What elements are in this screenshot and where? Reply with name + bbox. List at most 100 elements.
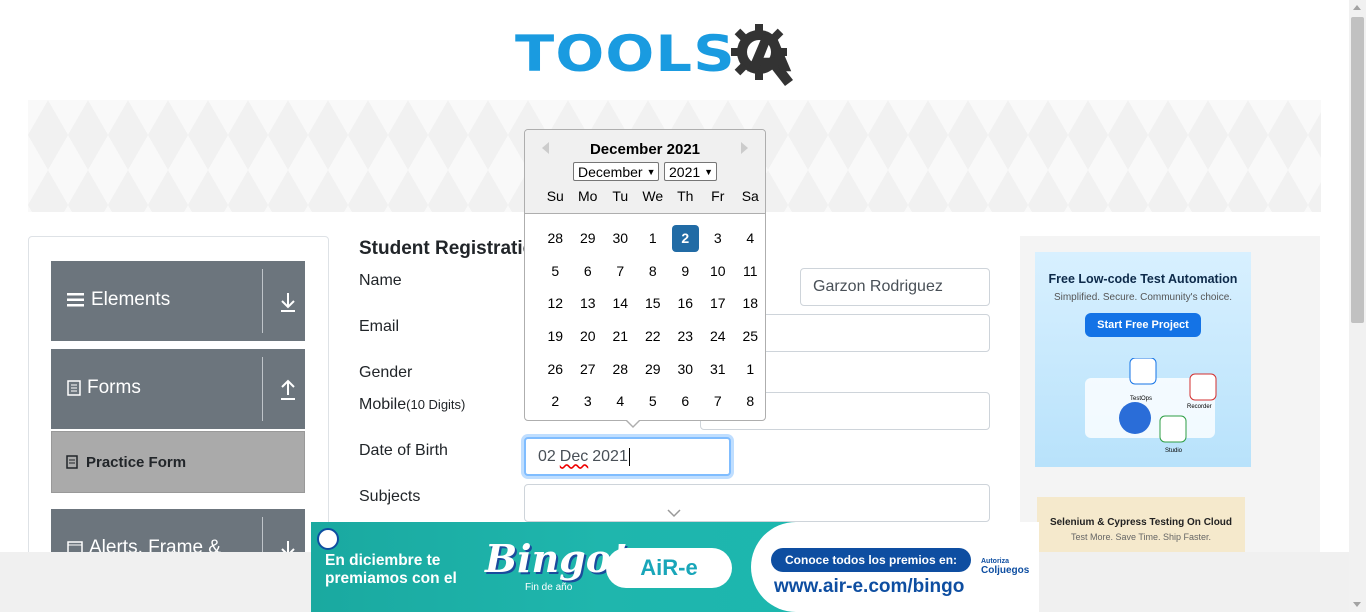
calendar-week: 19 20 21 22 23 24 25: [539, 320, 767, 353]
calendar-day[interactable]: 13: [572, 295, 605, 311]
calendar-day[interactable]: 27: [572, 361, 605, 377]
form-title: Student Registration Form: [359, 238, 529, 259]
calendar-day[interactable]: 20: [572, 328, 605, 344]
dob-month: Dec: [559, 447, 589, 465]
sidebar-group-label: Forms: [87, 377, 141, 398]
scroll-up-icon[interactable]: [1353, 5, 1361, 10]
subjects-label: Subjects: [359, 488, 421, 505]
ad-subtitle: Test More. Save Time. Ship Faster.: [1070, 532, 1212, 542]
calendar-day[interactable]: 23: [669, 328, 702, 344]
date-of-birth-input[interactable]: 02 Dec 2021: [524, 437, 731, 476]
calendar-day[interactable]: 9: [669, 263, 702, 279]
year-select[interactable]: 2021 ▼: [664, 162, 717, 181]
calendar-day[interactable]: 17: [702, 295, 735, 311]
calendar-week: 5 6 7 8 9 10 11: [539, 255, 767, 288]
calendar-week: 2345678: [539, 385, 767, 418]
calendar-day[interactable]: 24: [702, 328, 735, 344]
calendar-day[interactable]: 26: [539, 361, 572, 377]
mobile-label: Mobile(10 Digits): [359, 396, 465, 414]
mobile-hint: (10 Digits): [406, 397, 466, 412]
start-free-project-button[interactable]: Start Free Project: [1085, 313, 1201, 337]
gender-label: Gender: [359, 364, 413, 381]
calendar-day-selected[interactable]: 2: [671, 224, 699, 252]
calendar-day[interactable]: 8: [734, 393, 767, 409]
calendar-day[interactable]: 1: [734, 361, 767, 377]
calendar-day[interactable]: 1: [637, 230, 670, 246]
sidebar-group-forms[interactable]: Forms: [51, 349, 305, 429]
calendar-day[interactable]: 6: [572, 263, 605, 279]
calendar-day[interactable]: 5: [637, 393, 670, 409]
dob-day: 02: [538, 447, 556, 465]
scroll-down-icon[interactable]: [1353, 602, 1361, 607]
download-arrow-icon: [281, 293, 295, 312]
calendar-day[interactable]: 30: [604, 230, 637, 246]
subjects-input[interactable]: [524, 484, 990, 522]
ad-title: Free Low-code Test Automation: [1048, 272, 1238, 286]
calendar-day[interactable]: 28: [604, 361, 637, 377]
calendar-day[interactable]: 22: [637, 328, 670, 344]
ad-label-recorder: Recorder: [1187, 404, 1212, 410]
dob-year: 2021: [592, 447, 628, 465]
calendar-day[interactable]: 11: [734, 263, 767, 279]
calendar-day[interactable]: 10: [702, 263, 735, 279]
hamburger-icon: [67, 293, 84, 307]
calendar-day[interactable]: 29: [572, 230, 605, 246]
calendar-day[interactable]: 28: [539, 230, 572, 246]
weekday-label: Th: [677, 188, 694, 204]
calendar-day[interactable]: 14: [604, 295, 637, 311]
ad-subtitle: Simplified. Secure. Community's choice.: [1053, 292, 1233, 303]
calendar-day[interactable]: 6: [669, 393, 702, 409]
calendar-day[interactable]: 18: [734, 295, 767, 311]
last-name-input[interactable]: Garzon Rodriguez: [800, 268, 990, 306]
katalon-ad[interactable]: Free Low-code Test Automation Simplified…: [1035, 252, 1251, 467]
calendar-day[interactable]: 15: [637, 295, 670, 311]
scrollbar-thumb[interactable]: [1351, 17, 1364, 323]
calendar-day[interactable]: 7: [702, 393, 735, 409]
bingo-ad-url: www.air-e.com/bingo: [774, 576, 965, 597]
form-icon: [66, 455, 78, 469]
calendar-day[interactable]: 8: [637, 263, 670, 279]
current-month-label: December 2021: [589, 141, 701, 158]
page-scrollbar[interactable]: [1349, 0, 1366, 612]
month-select-value: December: [578, 163, 643, 180]
sidebar-group-elements[interactable]: Elements: [51, 261, 305, 341]
bingo-subtitle: Fin de año: [525, 582, 573, 593]
next-month-button[interactable]: [741, 142, 748, 154]
weekday-header: Su Mo Tu We Th Fr Sa: [539, 188, 767, 204]
bingo-ad-line1: En diciembre te: [325, 552, 441, 569]
calendar-day[interactable]: 31: [702, 361, 735, 377]
sidebar-item-practice-form[interactable]: Practice Form: [51, 431, 305, 493]
calendar-day[interactable]: 4: [604, 393, 637, 409]
toolsqa-logo[interactable]: TOOLS A: [515, 16, 793, 92]
calendar-day[interactable]: 21: [604, 328, 637, 344]
calendar-day[interactable]: 30: [669, 361, 702, 377]
logo-qa-text: A: [747, 25, 792, 83]
calendar-day[interactable]: 12: [539, 295, 572, 311]
bingo-ad-line2: premiamos con el: [325, 570, 457, 587]
calendar-day[interactable]: 7: [604, 263, 637, 279]
ad-illustration: TestOps Recorder Studio: [1085, 358, 1217, 454]
calendar-day[interactable]: 3: [702, 230, 735, 246]
calendar-day[interactable]: 4: [734, 230, 767, 246]
auth-big: Coljuegos: [981, 565, 1030, 576]
calendar-week: 26 27 28 29 30 31 1: [539, 352, 767, 385]
month-select[interactable]: December ▼: [573, 162, 659, 181]
calendar-day[interactable]: 5: [539, 263, 572, 279]
lambdatest-ad[interactable]: Selenium & Cypress Testing On Cloud Test…: [1037, 497, 1245, 557]
bingo-ad-text: En diciembre te premiamos con el: [325, 552, 457, 588]
bingo-ad-banner[interactable]: En diciembre te premiamos con el Bingo! …: [311, 522, 1039, 612]
weekday-label: Mo: [578, 188, 598, 204]
calendar-day[interactable]: 3: [572, 393, 605, 409]
calendar-grid: 28 29 30 1 2 3 4 5 6 7 8 9 10 11 12 13 14 15 16 17 18 19 20 21 2…: [539, 222, 767, 418]
weekday-label: Tu: [612, 188, 629, 204]
calendar-day[interactable]: 2: [539, 393, 572, 409]
calendar-day[interactable]: 19: [539, 328, 572, 344]
weekday-label: Sa: [741, 188, 759, 204]
text-caret: [628, 447, 630, 466]
calendar-day[interactable]: 29: [637, 361, 670, 377]
last-name-value: Garzon Rodriguez: [813, 278, 943, 295]
calendar-day[interactable]: 25: [734, 328, 767, 344]
calendar-day[interactable]: 16: [669, 295, 702, 311]
ad-label-studio: Studio: [1165, 448, 1183, 454]
page: TOOLS A rm Elements: [0, 0, 1366, 612]
